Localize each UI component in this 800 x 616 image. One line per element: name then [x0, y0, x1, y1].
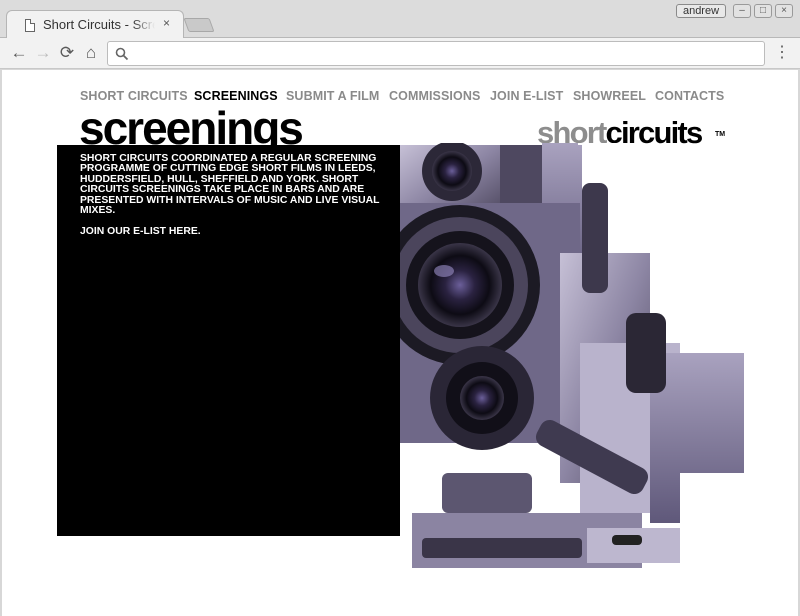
profile-badge[interactable]: andrew	[676, 4, 726, 18]
nav-commissions[interactable]: COMMISSIONS	[389, 89, 480, 103]
tab-title: Short Circuits - Screenings	[43, 17, 155, 32]
address-bar[interactable]	[107, 41, 765, 66]
browser-toolbar: ← → ⟳ ⌂ ⋮	[0, 38, 800, 69]
nav-short-circuits[interactable]: SHORT CIRCUITS	[80, 89, 188, 103]
browser-menu-icon[interactable]: ⋮	[774, 44, 790, 64]
nav-join-e-list[interactable]: JOIN E-LIST	[490, 89, 563, 103]
screenings-description: SHORT CIRCUITS COORDINATED A REGULAR SCR…	[80, 153, 380, 217]
page-favicon-icon	[25, 19, 35, 32]
minimize-button[interactable]: –	[733, 4, 751, 18]
address-input[interactable]	[134, 45, 754, 62]
maximize-button[interactable]: □	[754, 4, 772, 18]
new-tab-button[interactable]	[183, 18, 215, 32]
search-icon	[115, 47, 129, 61]
reload-icon[interactable]: ⟳	[57, 43, 77, 63]
nav-screenings[interactable]: SCREENINGS	[194, 89, 278, 103]
nav-contacts[interactable]: CONTACTS	[655, 89, 724, 103]
nav-showreel[interactable]: SHOWREEL	[573, 89, 646, 103]
page-viewport: SHORT CIRCUITS SCREENINGS SUBMIT A FILM …	[2, 70, 798, 616]
screenings-info-panel: SHORT CIRCUITS COORDINATED A REGULAR SCR…	[57, 145, 400, 536]
camera-collage-image	[382, 143, 750, 583]
back-arrow-icon[interactable]: ←	[9, 43, 29, 63]
nav-submit-a-film[interactable]: SUBMIT A FILM	[286, 89, 379, 103]
join-elist-link[interactable]: JOIN OUR E-LIST HERE.	[80, 226, 201, 237]
browser-tab[interactable]: Short Circuits - Screenings ×	[6, 10, 184, 39]
home-icon[interactable]: ⌂	[81, 43, 101, 63]
browser-titlebar: Short Circuits - Screenings × andrew – □…	[0, 0, 800, 39]
close-window-button[interactable]: ×	[775, 4, 793, 18]
forward-arrow-icon[interactable]: →	[33, 43, 53, 63]
tab-close-icon[interactable]: ×	[163, 16, 170, 30]
